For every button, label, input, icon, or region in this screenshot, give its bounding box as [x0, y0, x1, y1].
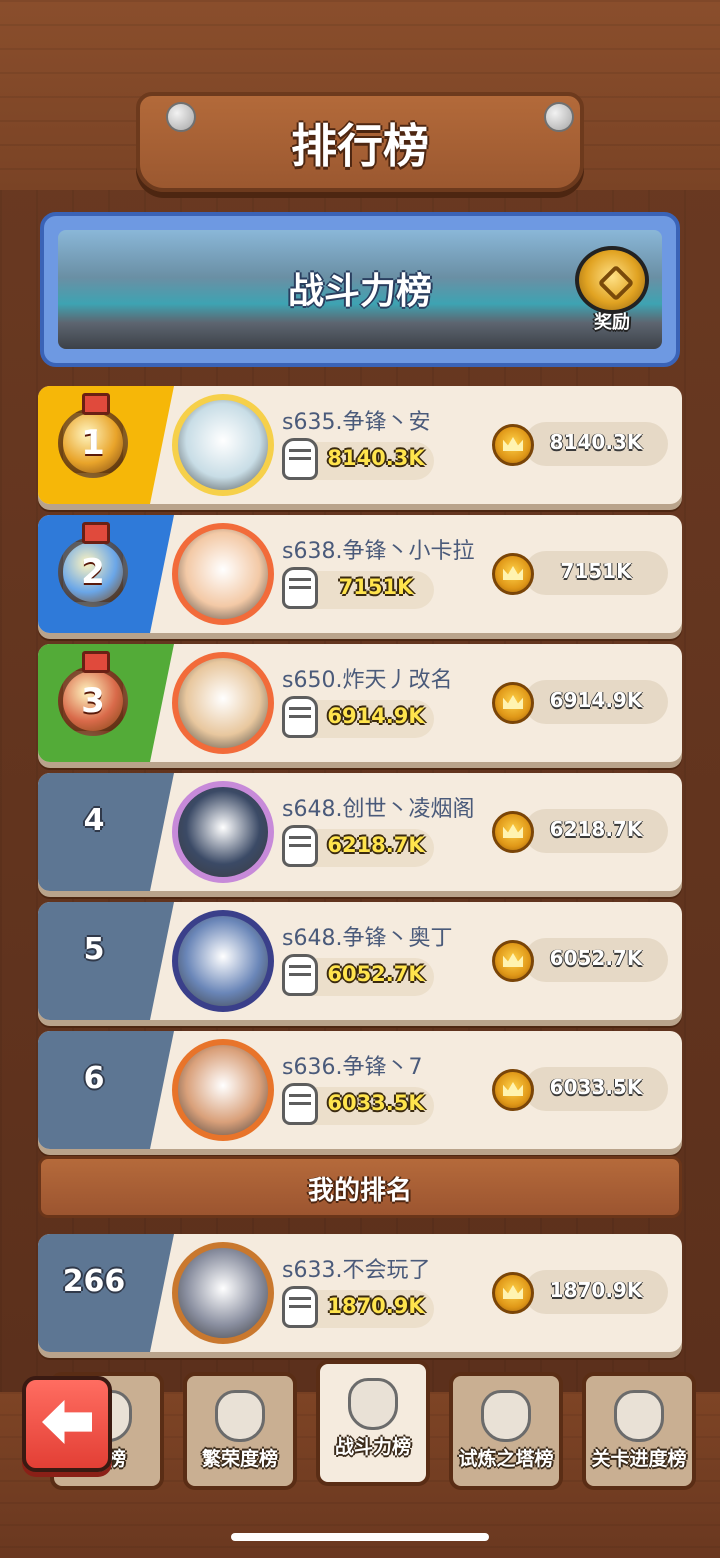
fist-icon	[282, 1286, 318, 1328]
player-avatar[interactable]	[172, 394, 274, 496]
leaderboard-row[interactable]: 4 s648.创世丶凌烟阁 6218.7K 6218.7K	[38, 773, 682, 891]
tower-icon	[481, 1390, 531, 1442]
leaderboard-row[interactable]: 1 s635.争锋丶安 8140.3K 8140.3K	[38, 386, 682, 504]
fist-icon	[282, 1083, 318, 1125]
fist-icon	[282, 825, 318, 867]
player-avatar[interactable]	[172, 1039, 274, 1141]
rank-number: 5	[83, 932, 105, 967]
score-value: 1870.9K	[549, 1278, 643, 1302]
score-value: 7151K	[560, 559, 632, 583]
score-value: 8140.3K	[549, 430, 643, 454]
player-name: s648.创世丶凌烟阁	[282, 797, 475, 822]
reward-button[interactable]: 奖励	[570, 246, 654, 342]
back-button[interactable]	[22, 1376, 112, 1472]
city-shield-icon	[215, 1390, 265, 1442]
score-value: 6052.7K	[549, 946, 643, 970]
back-arrow-icon	[42, 1400, 92, 1444]
power-value: 6914.9K	[327, 704, 425, 728]
tab-label: 繁荣度榜	[201, 1448, 278, 1470]
tab-crown-shield[interactable]: 关卡进度榜	[582, 1372, 696, 1490]
fist-icon	[282, 954, 318, 996]
tab-label: 关卡进度榜	[591, 1448, 687, 1470]
chest-icon	[575, 246, 649, 314]
score-value: 6033.5K	[549, 1075, 643, 1099]
rank-number: 266	[62, 1264, 126, 1299]
player-avatar[interactable]	[172, 652, 274, 754]
home-indicator[interactable]	[231, 1533, 489, 1541]
power-value: 6052.7K	[327, 962, 425, 986]
player-avatar[interactable]	[172, 781, 274, 883]
fist-icon	[282, 438, 318, 480]
player-name: s648.争锋丶奥丁	[282, 926, 453, 951]
crown-shield-icon	[614, 1390, 664, 1442]
power-value: 8140.3K	[327, 446, 425, 470]
rank-number: 6	[83, 1061, 105, 1096]
tab-tower[interactable]: 试炼之塔榜	[449, 1372, 563, 1490]
rank-medal-icon: 1	[58, 393, 128, 478]
player-avatar[interactable]	[172, 1242, 274, 1344]
fist-icon	[282, 696, 318, 738]
player-name: s650.炸天丿改名	[282, 668, 453, 693]
score-value: 6218.7K	[549, 817, 643, 841]
player-avatar[interactable]	[172, 910, 274, 1012]
score-value: 6914.9K	[549, 688, 643, 712]
player-name: s633.不会玩了	[282, 1258, 431, 1283]
tab-city-shield[interactable]: 繁荣度榜	[183, 1372, 297, 1490]
tab-fist[interactable]: 战斗力榜	[316, 1360, 430, 1486]
player-avatar[interactable]	[172, 523, 274, 625]
my-rank-label: 我的排名	[307, 1176, 412, 1206]
player-name: s638.争锋丶小卡拉	[282, 539, 475, 564]
power-value: 1870.9K	[327, 1294, 425, 1318]
rank-medal-icon: 3	[58, 651, 128, 736]
leaderboard-row[interactable]: 5 s648.争锋丶奥丁 6052.7K 6052.7K	[38, 902, 682, 1020]
rank-number: 4	[83, 803, 105, 838]
power-value: 7151K	[338, 575, 414, 599]
leaderboard-row[interactable]: 3 s650.炸天丿改名 6914.9K 6914.9K	[38, 644, 682, 762]
leaderboard-row[interactable]: 266 s633.不会玩了 1870.9K 1870.9K	[38, 1234, 682, 1352]
tab-label: 战斗力榜	[334, 1436, 411, 1458]
rank-medal-icon: 2	[58, 522, 128, 607]
page-title: 排行榜	[291, 119, 429, 173]
player-name: s636.争锋丶7	[282, 1055, 423, 1080]
tab-label: 试炼之塔榜	[458, 1448, 554, 1470]
leaderboard-row[interactable]: 2 s638.争锋丶小卡拉 7151K 7151K	[38, 515, 682, 633]
player-name: s635.争锋丶安	[282, 410, 431, 435]
leaderboard-row[interactable]: 6 s636.争锋丶7 6033.5K 6033.5K	[38, 1031, 682, 1149]
power-value: 6218.7K	[327, 833, 425, 857]
fist-icon	[348, 1378, 398, 1430]
power-value: 6033.5K	[327, 1091, 425, 1115]
fist-icon	[282, 567, 318, 609]
